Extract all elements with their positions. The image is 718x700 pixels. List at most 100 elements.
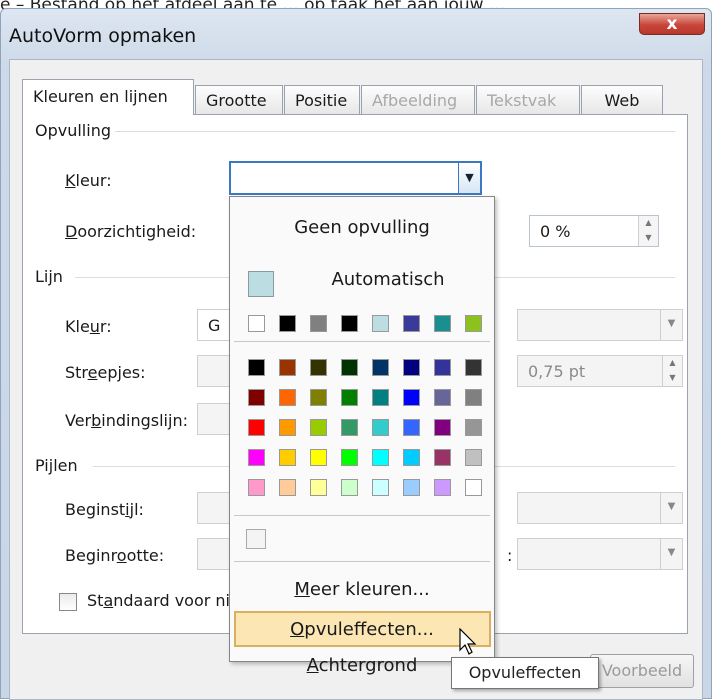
standard-color-swatch[interactable]	[434, 449, 451, 466]
standard-color-swatch[interactable]	[279, 449, 296, 466]
tab-position[interactable]: Positie	[284, 85, 360, 115]
standard-color-swatch[interactable]	[372, 389, 389, 406]
popup-separator	[234, 561, 490, 562]
theme-color-swatch[interactable]	[341, 315, 358, 332]
standard-color-swatch[interactable]	[341, 479, 358, 496]
popup-separator	[234, 341, 490, 342]
spin-down-icon[interactable]: ▼	[663, 371, 682, 386]
standard-color-swatch[interactable]	[248, 359, 265, 376]
theme-color-swatch[interactable]	[465, 315, 482, 332]
theme-color-swatch[interactable]	[403, 315, 420, 332]
fill-effects-option[interactable]: Opvuleffecten...	[230, 619, 494, 640]
spin-up-icon[interactable]: ▲	[663, 356, 682, 371]
automatic-option[interactable]: Automatisch	[256, 269, 520, 290]
standard-color-swatch[interactable]	[310, 359, 327, 376]
standard-color-swatch[interactable]	[372, 479, 389, 496]
standard-color-swatch[interactable]	[403, 449, 420, 466]
line-weight-spin-buttons[interactable]: ▲ ▼	[662, 356, 682, 386]
tab-picture[interactable]: Afbeelding	[361, 85, 475, 115]
theme-color-swatch[interactable]	[310, 315, 327, 332]
fill-color-combo[interactable]: ▼	[229, 161, 482, 195]
standard-color-swatch[interactable]	[341, 449, 358, 466]
dashes-label: Streepjes:	[65, 363, 146, 382]
tab-textbox[interactable]: Tekstvak	[476, 85, 580, 115]
default-checkbox[interactable]	[59, 593, 77, 611]
standard-color-swatch[interactable]	[403, 389, 420, 406]
standard-color-swatch[interactable]	[403, 359, 420, 376]
theme-color-swatch[interactable]	[248, 315, 265, 332]
tab-size[interactable]: Grootte	[195, 85, 283, 115]
line-color-label: Kleur:	[65, 317, 112, 336]
chevron-down-icon[interactable]: ▼	[660, 539, 682, 569]
recent-color-swatch[interactable]	[246, 529, 266, 549]
title-bar[interactable]: AutoVorm opmaken x	[1, 9, 711, 59]
theme-color-swatch[interactable]	[434, 315, 451, 332]
chevron-down-icon[interactable]: ▼	[660, 310, 682, 340]
spin-down-icon[interactable]: ▼	[639, 231, 658, 246]
tab-colors-lines[interactable]: Kleuren en lijnen	[22, 79, 194, 115]
preview-button[interactable]: Voorbeeld	[590, 654, 694, 688]
standard-color-swatch[interactable]	[434, 389, 451, 406]
standard-color-swatch[interactable]	[310, 449, 327, 466]
mouse-pointer-icon	[459, 628, 477, 655]
line-weight-value: 0,75 pt	[528, 362, 586, 381]
standard-color-swatch[interactable]	[310, 419, 327, 436]
default-checkbox-label: Standaard voor ni	[87, 591, 230, 610]
line-weight-spinner[interactable]: 0,75 pt ▲ ▼	[517, 355, 683, 387]
standard-color-swatch[interactable]	[279, 479, 296, 496]
dialog-title: AutoVorm opmaken	[9, 25, 197, 47]
no-fill-option[interactable]: Geen opvulling	[230, 217, 494, 238]
fill-group-label: Opvulling	[35, 121, 111, 140]
standard-color-swatch[interactable]	[434, 419, 451, 436]
standard-color-swatch[interactable]	[403, 419, 420, 436]
standard-color-swatch[interactable]	[372, 449, 389, 466]
standard-color-swatch[interactable]	[310, 479, 327, 496]
standard-color-swatch[interactable]	[341, 389, 358, 406]
end-style-combo[interactable]: ▼	[517, 492, 683, 524]
standard-color-swatch[interactable]	[248, 389, 265, 406]
standard-color-swatch[interactable]	[465, 479, 482, 496]
standard-color-swatch[interactable]	[434, 479, 451, 496]
close-button[interactable]: x	[639, 13, 705, 35]
more-colors-option[interactable]: Meer kleuren...	[230, 579, 494, 600]
theme-color-swatch[interactable]	[279, 315, 296, 332]
standard-color-swatch[interactable]	[248, 419, 265, 436]
standard-color-swatch[interactable]	[279, 419, 296, 436]
standard-color-swatch[interactable]	[403, 479, 420, 496]
tab-web[interactable]: Web	[581, 85, 663, 115]
arrows-group-label: Pijlen	[35, 456, 78, 475]
standard-color-swatch[interactable]	[341, 359, 358, 376]
standard-color-swatch[interactable]	[310, 389, 327, 406]
standard-color-swatch[interactable]	[465, 449, 482, 466]
line-group-label: Lijn	[35, 267, 63, 286]
spin-up-icon[interactable]: ▲	[639, 216, 658, 231]
theme-color-swatch[interactable]	[372, 315, 389, 332]
line-color-value: G	[208, 316, 221, 335]
standard-color-swatch[interactable]	[465, 389, 482, 406]
standard-color-swatch[interactable]	[248, 479, 265, 496]
standard-color-swatch[interactable]	[465, 419, 482, 436]
standard-color-swatch[interactable]	[279, 359, 296, 376]
standard-color-swatch[interactable]	[279, 389, 296, 406]
chevron-down-icon[interactable]: ▼	[660, 493, 682, 523]
transparency-spin-buttons[interactable]: ▲ ▼	[638, 216, 658, 246]
begin-size-label: Beginrootte:	[65, 546, 165, 565]
fill-color-label: Kleur:	[65, 171, 112, 190]
standard-color-swatch[interactable]	[248, 449, 265, 466]
transparency-label: Doorzichtigheid:	[65, 222, 197, 241]
end-size-combo[interactable]: ▼	[517, 538, 683, 570]
transparency-spinner[interactable]: 0 % ▲ ▼	[529, 215, 659, 247]
standard-color-swatch[interactable]	[465, 359, 482, 376]
chevron-down-icon[interactable]: ▼	[458, 163, 480, 193]
connector-label: Verbindingslijn:	[65, 411, 188, 430]
line-style-combo[interactable]: ▼	[517, 309, 683, 341]
popup-separator	[234, 515, 490, 516]
fill-effects-tooltip: Opvuleffecten	[451, 657, 599, 689]
standard-color-swatch[interactable]	[434, 359, 451, 376]
standard-color-swatch[interactable]	[372, 359, 389, 376]
standard-color-swatch[interactable]	[341, 419, 358, 436]
fill-color-dropdown: Geen opvulling Automatisch Meer kleuren.…	[229, 196, 495, 676]
standard-color-swatch[interactable]	[372, 419, 389, 436]
fill-group-divider	[115, 131, 675, 132]
transparency-value: 0 %	[540, 222, 571, 241]
